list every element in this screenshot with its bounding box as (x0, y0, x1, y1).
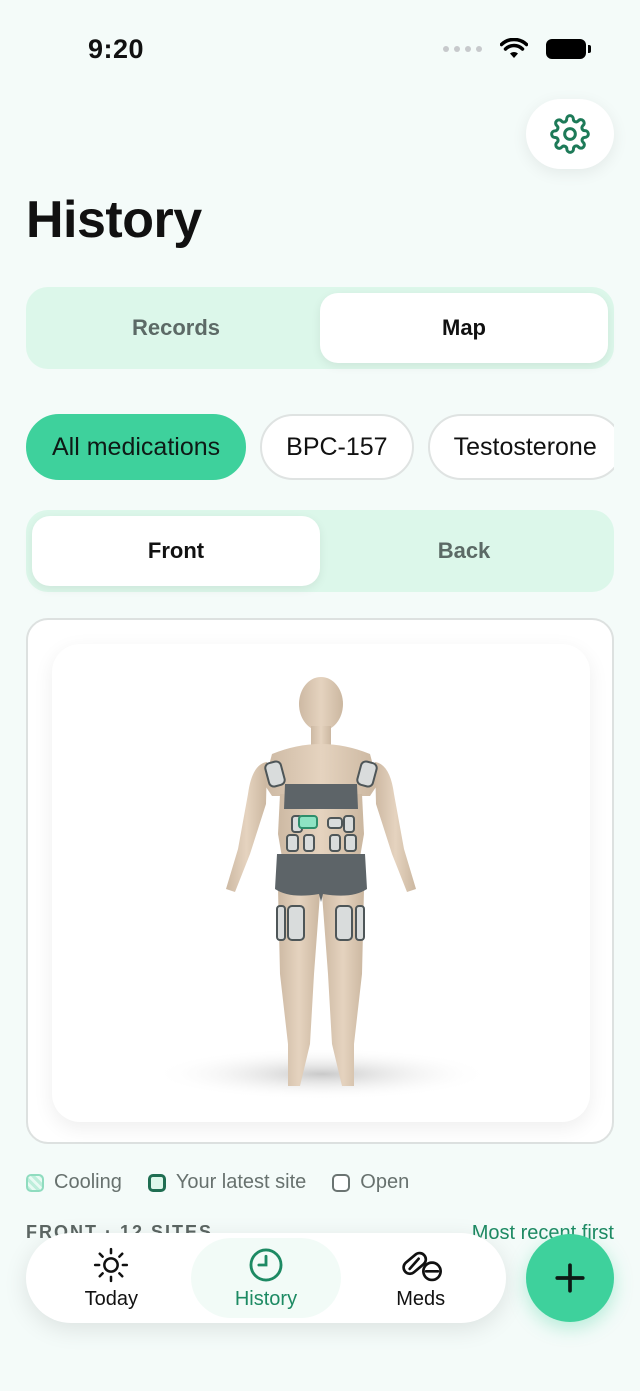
sun-icon (94, 1247, 129, 1282)
body-map-card (26, 618, 614, 1144)
pill-icon (401, 1251, 442, 1281)
battery-icon (546, 39, 591, 59)
plus-icon (555, 1263, 585, 1293)
legend-latest: Your latest site (147, 1171, 307, 1194)
cooling-swatch (26, 1173, 44, 1192)
status-time: 9:20 (88, 34, 145, 64)
legend-cooling-label: Cooling (54, 1171, 122, 1193)
legend-open: Open (332, 1171, 409, 1194)
legend-open-label: Open (360, 1171, 410, 1193)
signal-icon (443, 46, 482, 52)
legend-latest-label: Your latest site (175, 1171, 307, 1193)
tab-bar: Today History Meds (26, 1233, 506, 1323)
clock-icon (249, 1248, 283, 1281)
latest-swatch (147, 1173, 166, 1192)
side-toggle: Front Back (26, 510, 614, 592)
tab-meds[interactable]: Meds (346, 1238, 496, 1318)
chip-all-medications[interactable]: All medications (26, 414, 247, 480)
body-map (52, 644, 590, 1122)
tab-history-label: History (234, 1287, 298, 1310)
tab-today-label: Today (84, 1287, 139, 1310)
map-legend: Cooling Your latest site Open (26, 1171, 409, 1194)
page-title: History (26, 191, 202, 249)
chip-testosterone[interactable]: Testosterone (427, 414, 614, 480)
tab-today[interactable]: Today (36, 1238, 186, 1318)
chip-bpc-157[interactable]: BPC-157 (260, 414, 414, 480)
tab-back[interactable]: Back (320, 516, 608, 586)
tab-history[interactable]: History (190, 1238, 341, 1318)
tab-records[interactable]: Records (32, 293, 320, 363)
settings-button[interactable] (526, 99, 614, 169)
tab-front[interactable]: Front (32, 516, 320, 586)
open-swatch (332, 1173, 351, 1192)
view-toggle: Records Map (26, 287, 614, 369)
tab-map[interactable]: Map (320, 293, 608, 363)
medication-filter: All medications BPC-157 Testosterone (26, 414, 614, 484)
wifi-icon (500, 38, 528, 58)
gear-icon (550, 114, 590, 154)
body-figure (152, 677, 492, 1100)
legend-cooling: Cooling (26, 1171, 122, 1194)
tab-meds-label: Meds (396, 1287, 446, 1310)
add-button[interactable] (526, 1234, 614, 1322)
figure-top (284, 784, 358, 809)
latest-site-marker (298, 815, 318, 829)
status-icons (443, 38, 591, 60)
